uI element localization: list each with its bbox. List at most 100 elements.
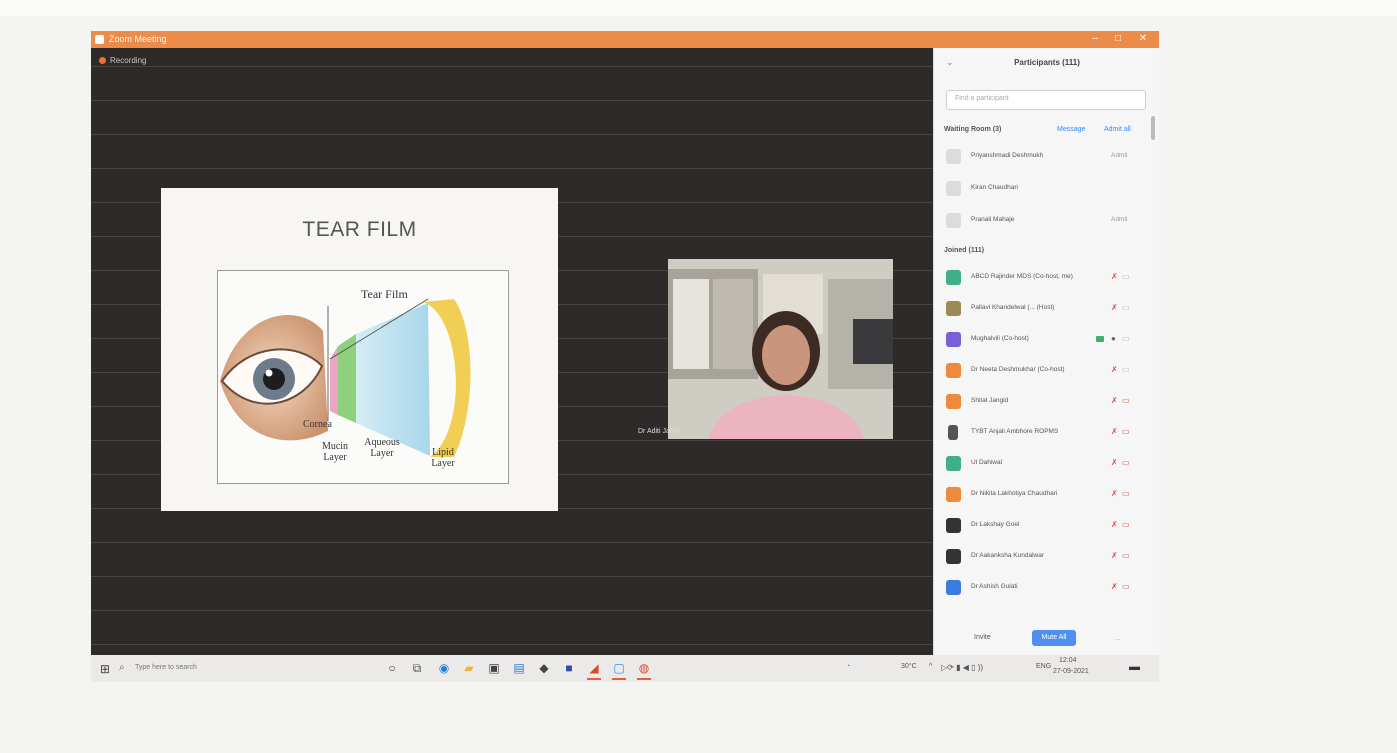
avatar — [946, 149, 961, 164]
video-off-icon: ▭ — [1122, 303, 1130, 312]
windows-taskbar: ⊞ ⌕ Type here to search ○ ⧉ ◉ ▰ ▣ ▤ ◆ ■ … — [91, 655, 1159, 682]
search-icon: ⌕ — [119, 662, 125, 673]
admit-button[interactable]: Admit — [1111, 152, 1128, 159]
language-label[interactable]: ENG — [1036, 663, 1051, 670]
avatar — [946, 549, 961, 564]
participant-row[interactable]: Mughalvili (Co-host) ● ▭ — [946, 330, 1146, 350]
mic-muted-icon: ✗ — [1111, 458, 1118, 467]
mic-muted-icon: ✗ — [1111, 303, 1118, 312]
tray-chevron-icon[interactable]: ^ — [929, 663, 932, 670]
avatar — [946, 394, 961, 409]
mic-muted-icon: ✗ — [1111, 365, 1118, 374]
joined-label: Joined (111) — [944, 247, 985, 254]
participant-row[interactable]: Dr Lakshay Goel ✗ ▭ — [946, 516, 1146, 536]
video-off-icon: ▭ — [1122, 582, 1130, 591]
video-off-icon: ▭ — [1122, 520, 1130, 529]
panel-scrollbar[interactable] — [1151, 116, 1155, 140]
tray-system-icons[interactable]: ▷⟳ ▮ ◀ ▯ )) — [941, 663, 983, 672]
task-view-icon[interactable]: ⧉ — [409, 659, 425, 677]
avatar — [946, 456, 961, 471]
speaker-video-frame — [668, 259, 893, 439]
recording-icon — [99, 57, 106, 64]
avatar — [946, 301, 961, 316]
taskbar-search-box[interactable]: ⌕ Type here to search — [117, 660, 312, 677]
participant-row[interactable]: Dr Neeta Deshmukhar (Co-host) ✗ ▭ — [946, 361, 1146, 381]
window-title: Zoom Meeting — [109, 34, 167, 44]
mic-muted-icon: ✗ — [1111, 272, 1118, 281]
more-options-button[interactable]: ... — [1114, 633, 1121, 642]
weather-label: 30°C — [901, 663, 917, 670]
label-lipid-layer: Lipid Layer — [431, 447, 455, 469]
tear-film-diagram: Tear Film Cornea Mucin Layer Aqueous Lay… — [217, 270, 509, 484]
waiting-participant[interactable]: Pranali Mahaje Admit — [946, 211, 1146, 231]
participant-row[interactable]: Dr Nikita Lakhotiya Chaudhari ✗ ▭ — [946, 485, 1146, 505]
mic-muted-icon: ✗ — [1111, 520, 1118, 529]
mic-muted-icon: ✗ — [1111, 551, 1118, 560]
cortana-icon[interactable]: ○ — [384, 659, 400, 677]
notification-icon[interactable]: ▬ — [1129, 661, 1140, 673]
zoom-app-icon — [95, 35, 104, 44]
participant-row[interactable]: Shital Jangid ✗ ▭ — [946, 392, 1146, 412]
clock-time[interactable]: 12:04 — [1059, 657, 1077, 664]
chrome-icon[interactable]: ◍ — [636, 659, 652, 680]
avatar — [946, 270, 961, 285]
avatar — [948, 425, 958, 440]
video-icon: ▭ — [1122, 334, 1130, 343]
participant-row[interactable]: TYBT Anjali Ambhore ROPMS ✗ ▭ — [946, 423, 1146, 443]
mic-muted-icon: ✗ — [1111, 396, 1118, 405]
avatar — [946, 487, 961, 502]
mic-muted-icon: ✗ — [1111, 582, 1118, 591]
zoom-window: Zoom Meeting – □ ✕ Recording TEAR FILM T… — [91, 31, 1159, 655]
message-link[interactable]: Message — [1057, 126, 1085, 133]
waiting-participant[interactable]: Priyanshmadi Deshmukh Admit — [946, 147, 1146, 167]
video-off-icon: ▭ — [1122, 427, 1130, 436]
close-button[interactable]: ✕ — [1134, 33, 1152, 45]
shared-slide: TEAR FILM Tear Film Cornea Mucin Layer A… — [161, 188, 558, 511]
label-cornea: Cornea — [303, 419, 332, 430]
maximize-button[interactable]: □ — [1109, 33, 1127, 45]
slide-title: TEAR FILM — [302, 218, 417, 241]
mute-all-button[interactable]: Mute All — [1032, 630, 1076, 646]
video-off-icon: ▭ — [1122, 551, 1130, 560]
title-bar: Zoom Meeting – □ ✕ — [91, 31, 1159, 48]
participants-panel: ⌄ Participants (111) Find a participant … — [933, 48, 1159, 655]
mic-muted-icon: ✗ — [1111, 489, 1118, 498]
security-icon[interactable]: ◆ — [536, 659, 552, 677]
recording-label: Recording — [110, 56, 147, 65]
admit-button[interactable]: Admit — [1111, 216, 1128, 223]
scan-margin — [0, 0, 1397, 16]
avatar — [946, 332, 961, 347]
panel-title: Participants (111) — [1014, 58, 1080, 67]
participant-row[interactable]: Dr Ashish Gulati ✗ ▭ — [946, 578, 1146, 598]
mic-on-icon: ● — [1111, 334, 1116, 343]
clock-date[interactable]: 27-09-2021 — [1053, 668, 1089, 675]
participant-row[interactable]: Dr Aakanksha Kundalwar ✗ ▭ — [946, 547, 1146, 567]
panel-header: ⌄ Participants (111) — [934, 48, 1159, 78]
label-mucin-layer: Mucin Layer — [321, 441, 349, 463]
avatar — [946, 518, 961, 533]
video-off-icon: ▭ — [1122, 489, 1130, 498]
avatar — [946, 181, 961, 196]
label-aqueous-layer: Aqueous Layer — [364, 437, 400, 459]
tray-zoom-icon[interactable]: ◔ — [846, 663, 850, 670]
minimize-button[interactable]: – — [1086, 33, 1104, 45]
powerpoint-icon[interactable]: ◢ — [586, 659, 602, 680]
word-icon[interactable]: ■ — [561, 659, 577, 677]
speaker-video[interactable] — [668, 259, 893, 439]
invite-button[interactable]: Invite — [974, 634, 991, 641]
participant-row[interactable]: ABCD Rajinder MDS (Co-host, me) ✗ ▭ — [946, 268, 1146, 288]
video-off-icon: ▭ — [1122, 365, 1130, 374]
store-icon[interactable]: ▣ — [486, 659, 502, 677]
participant-row[interactable]: Ul Dahiwal ✗ ▭ — [946, 454, 1146, 474]
admit-all-link[interactable]: Admit all — [1104, 126, 1131, 133]
participant-row[interactable]: Pallavi Khandelwal (... (Host) ✗ ▭ — [946, 299, 1146, 319]
waiting-participant[interactable]: Kiran Chaudhari — [946, 179, 1146, 199]
file-explorer-icon[interactable]: ▰ — [461, 659, 477, 677]
zoom-taskbar-icon[interactable]: ▢ — [611, 659, 627, 680]
windows-start-icon[interactable]: ⊞ — [100, 662, 110, 676]
edge-icon[interactable]: ◉ — [436, 659, 452, 677]
search-placeholder: Find a participant — [955, 95, 1009, 102]
waiting-room-label: Waiting Room (3) — [944, 126, 1002, 133]
mail-icon[interactable]: ▤ — [511, 659, 527, 677]
participant-search-input[interactable]: Find a participant — [946, 90, 1146, 110]
